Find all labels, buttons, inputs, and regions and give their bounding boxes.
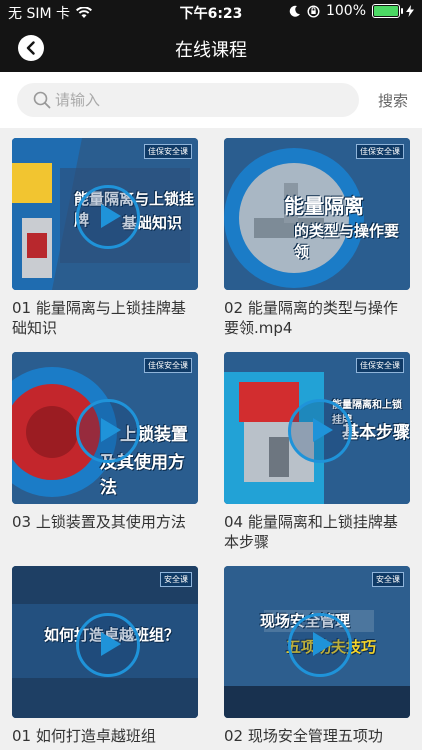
course-title[interactable]: 04 能量隔离和上锁挂牌基本步骤 [224, 512, 410, 552]
add-icon[interactable] [288, 399, 352, 463]
course-card[interactable]: 如何打造卓越班组？ 安全课 01 如何打造卓越班组 [12, 566, 198, 746]
course-thumbnail[interactable]: 现场安全管理 五项功夫技巧 安全课 [224, 566, 410, 718]
orientation-lock-icon [307, 4, 320, 18]
play-icon[interactable] [76, 185, 140, 249]
brand-logo: 安全课 [372, 572, 404, 587]
course-thumbnail[interactable]: 能量隔离和上锁挂牌 基本步骤 佳保安全课 [224, 352, 410, 504]
course-title[interactable]: 01 如何打造卓越班组 [12, 726, 198, 746]
course-title[interactable]: 02 能量隔离的类型与操作要领.mp4 [224, 298, 410, 338]
search-button[interactable]: 搜索 [378, 90, 408, 111]
search-icon [33, 91, 51, 109]
course-thumbnail[interactable]: 能量隔离与上锁挂牌 基础知识 佳保安全课 [12, 138, 198, 290]
search-bar: 搜索 [0, 72, 422, 128]
page-title: 在线课程 [175, 40, 247, 61]
course-thumbnail[interactable]: 如何打造卓越班组？ 安全课 [12, 566, 198, 718]
charging-icon [406, 5, 414, 17]
thumbnail-title-line2: 的类型与操作要领 [294, 222, 400, 261]
battery-icon [372, 4, 403, 18]
course-card[interactable]: 现场安全管理 五项功夫技巧 安全课 02 现场安全管理五项功 [224, 566, 410, 746]
course-title[interactable]: 03 上锁装置及其使用方法 [12, 512, 198, 532]
course-title[interactable]: 02 现场安全管理五项功 [224, 726, 410, 746]
course-card[interactable]: 能量隔离 的类型与操作要领 佳保安全课 02 能量隔离的类型与操作要领.mp4 [224, 138, 410, 338]
course-card[interactable]: 能量隔离与上锁挂牌 基础知识 佳保安全课 01 能量隔离与上锁挂牌基础知识 [12, 138, 198, 338]
course-title[interactable]: 01 能量隔离与上锁挂牌基础知识 [12, 298, 198, 338]
play-icon[interactable] [76, 613, 140, 677]
course-card[interactable]: 上锁装置 及其使用方法 佳保安全课 03 上锁装置及其使用方法 [12, 352, 198, 532]
nav-bar: 在线课程 [0, 24, 422, 72]
play-icon[interactable] [288, 613, 352, 677]
thumbnail-title-line1: 能量隔离 [284, 194, 364, 218]
brand-logo: 佳保安全课 [144, 144, 192, 159]
brand-logo: 安全课 [160, 572, 192, 587]
course-card[interactable]: 能量隔离和上锁挂牌 基本步骤 佳保安全课 04 能量隔离和上锁挂牌基本步骤 [224, 352, 410, 552]
status-right: 100% [289, 3, 414, 19]
battery-percent: 100% [325, 3, 366, 19]
course-grid: 能量隔离与上锁挂牌 基础知识 佳保安全课 01 能量隔离与上锁挂牌基础知识 能量… [0, 128, 422, 750]
brand-logo: 佳保安全课 [356, 358, 404, 373]
brand-logo: 佳保安全课 [356, 144, 404, 159]
search-box[interactable] [17, 83, 359, 117]
thumbnail-title-line2: 基本步骤 [342, 423, 410, 443]
search-input[interactable] [53, 90, 337, 110]
course-thumbnail[interactable]: 上锁装置 及其使用方法 佳保安全课 [12, 352, 198, 504]
moon-icon [289, 5, 300, 17]
course-thumbnail[interactable]: 能量隔离 的类型与操作要领 佳保安全课 [224, 138, 410, 290]
brand-logo: 佳保安全课 [144, 358, 192, 373]
battery-fill [374, 6, 398, 16]
status-bar: 无 SIM 卡 下午6:23 100% [0, 0, 422, 24]
play-icon[interactable] [76, 399, 140, 463]
